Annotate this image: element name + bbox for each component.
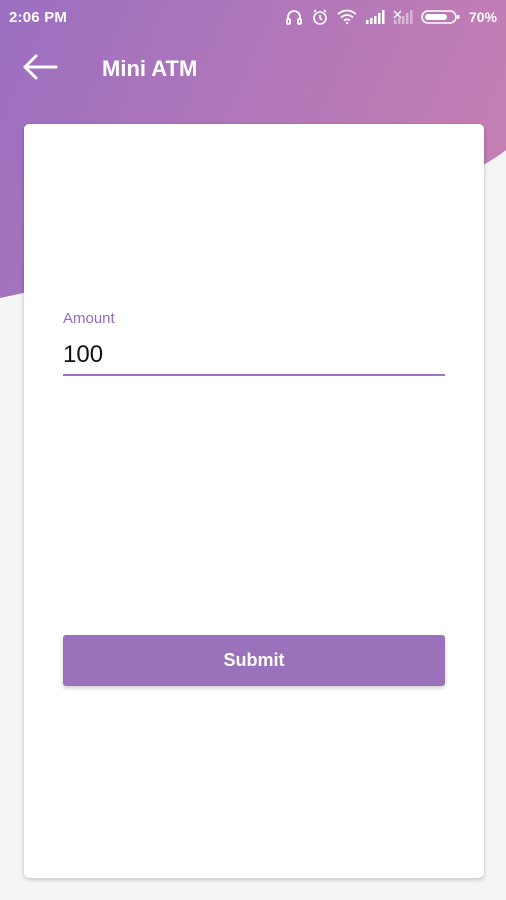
page-title: Mini ATM xyxy=(102,56,198,81)
back-button[interactable] xyxy=(14,49,66,89)
amount-label: Amount xyxy=(63,310,115,327)
status-bar: 2:06 PM 70% xyxy=(0,0,506,34)
headphones-icon xyxy=(285,8,303,26)
signal-icon xyxy=(365,10,385,24)
amount-input[interactable] xyxy=(63,336,445,376)
battery-percentage: 70% xyxy=(468,9,497,25)
wifi-icon xyxy=(337,9,357,25)
arrow-left-icon xyxy=(22,53,58,86)
battery-icon xyxy=(421,9,461,25)
status-icons: 70% xyxy=(285,6,497,28)
alarm-icon xyxy=(311,8,329,26)
form-card: Amount Submit xyxy=(24,124,484,878)
submit-button[interactable]: Submit xyxy=(63,635,445,686)
toolbar: Mini ATM xyxy=(0,34,506,104)
status-time: 2:06 PM xyxy=(9,9,68,26)
signal-off-icon xyxy=(393,10,413,24)
